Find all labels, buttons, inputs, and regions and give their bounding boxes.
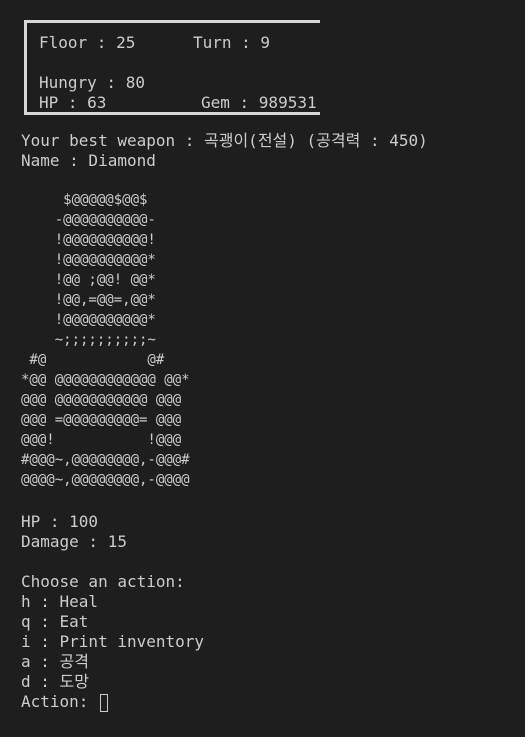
status-panel: Floor : 25 Turn : 9 Hungry : 80 HP : 63 …: [24, 20, 320, 115]
player-hp-value: HP : 63: [39, 93, 107, 112]
action-option-flee: d : 도망: [21, 672, 89, 691]
monster-name-line: Name : Diamond: [21, 151, 156, 170]
turn-value: Turn : 9: [193, 33, 271, 52]
action-menu-title: Choose an action:: [21, 572, 185, 591]
hungry-value: Hungry : 80: [39, 73, 145, 92]
floor-value: Floor : 25: [39, 33, 136, 52]
action-prompt-line[interactable]: Action:: [21, 692, 109, 712]
action-option-attack: a : 공격: [21, 652, 89, 671]
monster-ascii-art: $@@@@@$@@$ -@@@@@@@@@@- !@@@@@@@@@@! !@@…: [21, 192, 190, 488]
action-prompt-label: Action:: [21, 692, 99, 711]
gem-value: Gem : 989531: [201, 93, 317, 112]
monster-damage-line: Damage : 15: [21, 532, 127, 551]
best-weapon-line: Your best weapon : 곡괭이(전설) (공격력 : 450): [21, 131, 428, 150]
action-option-inventory: i : Print inventory: [21, 632, 205, 651]
action-option-eat: q : Eat: [21, 612, 89, 631]
monster-hp-line: HP : 100: [21, 512, 99, 531]
action-option-heal: h : Heal: [21, 592, 99, 611]
text-cursor[interactable]: [100, 693, 109, 712]
